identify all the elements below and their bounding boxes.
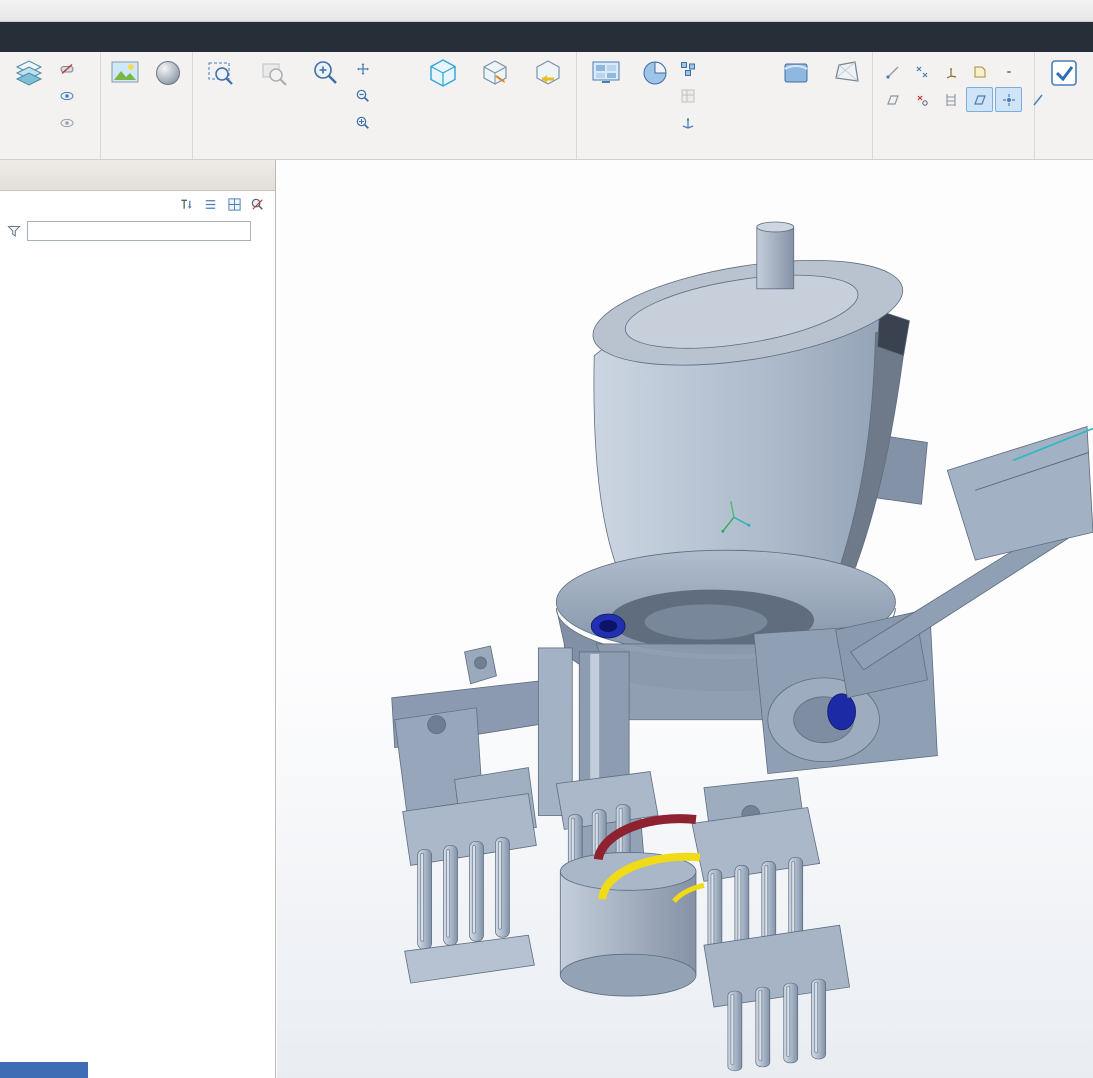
group-label-orientation[interactable] bbox=[195, 142, 574, 159]
tree-columns-button[interactable] bbox=[201, 197, 221, 212]
pan-icon bbox=[355, 61, 371, 77]
activate-button[interactable] bbox=[1037, 53, 1091, 92]
refit-icon bbox=[205, 57, 237, 89]
ribbon-group-orientation bbox=[193, 52, 577, 159]
axis-display-toggle[interactable] bbox=[879, 59, 906, 84]
ribbon-group-visibility bbox=[0, 52, 101, 159]
annotation-display-toggle[interactable] bbox=[966, 59, 993, 84]
status-eye-icon bbox=[59, 115, 75, 131]
zoom-to-selected-button[interactable] bbox=[247, 53, 299, 92]
explode-view-icon bbox=[680, 61, 696, 77]
ribbon-tab-bar bbox=[0, 22, 1093, 52]
standard-orientation-icon bbox=[479, 57, 511, 89]
group-label-appearance bbox=[103, 142, 190, 159]
switch-state-icon bbox=[680, 88, 696, 104]
point-tag-display-toggle[interactable] bbox=[908, 87, 935, 112]
perspective-icon bbox=[831, 57, 863, 89]
spin-center-toggle[interactable] bbox=[995, 87, 1022, 112]
navigator-panel bbox=[0, 160, 276, 1078]
tree-filter-row bbox=[0, 217, 275, 245]
graphics-toolbar bbox=[1081, 176, 1085, 180]
explode-view-button[interactable] bbox=[677, 55, 769, 82]
group-label-model-display[interactable] bbox=[579, 142, 870, 159]
activate-icon bbox=[1048, 57, 1080, 89]
status-button[interactable] bbox=[56, 109, 84, 136]
dimension-display-toggle[interactable] bbox=[995, 59, 1022, 84]
graphics-area[interactable] bbox=[277, 160, 1093, 1078]
list-icon bbox=[203, 197, 218, 212]
pan-button[interactable] bbox=[352, 55, 416, 82]
manage-views-icon bbox=[590, 57, 622, 89]
navigator-tabs bbox=[0, 160, 275, 191]
show-button[interactable] bbox=[56, 82, 84, 109]
tree-filter-input[interactable] bbox=[32, 223, 242, 239]
search-off-icon bbox=[250, 197, 265, 212]
edit-position-icon bbox=[680, 115, 696, 131]
ribbon-group-model-display bbox=[577, 52, 873, 159]
display-style-button[interactable] bbox=[768, 53, 824, 92]
tree-filter-settings-button[interactable] bbox=[177, 197, 197, 212]
standard-orientation-button[interactable] bbox=[469, 53, 521, 92]
csys-display-toggle[interactable] bbox=[937, 59, 964, 84]
display-style-icon bbox=[780, 57, 812, 89]
window-grid-icon bbox=[227, 197, 242, 212]
sphere-icon bbox=[152, 57, 184, 89]
hide-button[interactable] bbox=[56, 55, 84, 82]
hide-icon bbox=[59, 61, 75, 77]
model-tree bbox=[0, 245, 275, 250]
model-tree-header bbox=[0, 191, 275, 217]
previous-view-button[interactable] bbox=[522, 53, 574, 92]
plane-display-toggle[interactable] bbox=[879, 87, 906, 112]
sections-button[interactable] bbox=[633, 53, 677, 92]
layer-button[interactable] bbox=[2, 53, 56, 92]
sections-icon bbox=[639, 57, 671, 89]
grid-display-toggle[interactable] bbox=[937, 87, 964, 112]
previous-view-icon bbox=[532, 57, 564, 89]
refit-button[interactable] bbox=[195, 53, 247, 92]
tree-search-button[interactable] bbox=[248, 197, 267, 212]
taskbar-fragment bbox=[0, 1062, 88, 1078]
zoom-in-button[interactable] bbox=[300, 53, 352, 92]
title-bar bbox=[0, 0, 1093, 22]
zoom-out-button[interactable] bbox=[352, 82, 416, 109]
pan-zoom-icon bbox=[355, 115, 371, 131]
group-label-visibility bbox=[2, 142, 98, 159]
layers-icon bbox=[13, 57, 45, 89]
select-display-toggle[interactable] bbox=[966, 87, 993, 112]
tree-show-button[interactable] bbox=[225, 197, 244, 212]
manage-views-button[interactable] bbox=[579, 53, 633, 92]
scene-button[interactable] bbox=[103, 53, 147, 92]
pan-zoom-button[interactable] bbox=[352, 109, 416, 136]
perspective-button[interactable] bbox=[824, 53, 870, 92]
zoom-out-icon bbox=[355, 88, 371, 104]
ribbon-group-appearance bbox=[101, 52, 193, 159]
edit-position-button[interactable] bbox=[677, 109, 769, 136]
ribbon bbox=[0, 52, 1093, 160]
appearance-button[interactable] bbox=[147, 53, 191, 92]
funnel-icon bbox=[6, 223, 22, 239]
model-3d-view[interactable] bbox=[277, 160, 1093, 1078]
eye-icon bbox=[59, 88, 75, 104]
switch-state-button[interactable] bbox=[677, 82, 769, 109]
filter-settings-icon bbox=[179, 197, 194, 212]
point-display-toggle[interactable] bbox=[908, 59, 935, 84]
ribbon-group-show bbox=[873, 52, 1035, 159]
zoom-to-selected-icon bbox=[258, 57, 290, 89]
zoom-in-icon bbox=[310, 57, 342, 89]
saved-orientations-icon bbox=[427, 57, 459, 89]
scene-icon bbox=[109, 57, 141, 89]
ribbon-group-activate bbox=[1035, 52, 1093, 159]
saved-orientations-button[interactable] bbox=[417, 53, 469, 92]
tree-filter-box bbox=[27, 221, 251, 241]
group-label-show[interactable] bbox=[875, 142, 1032, 159]
